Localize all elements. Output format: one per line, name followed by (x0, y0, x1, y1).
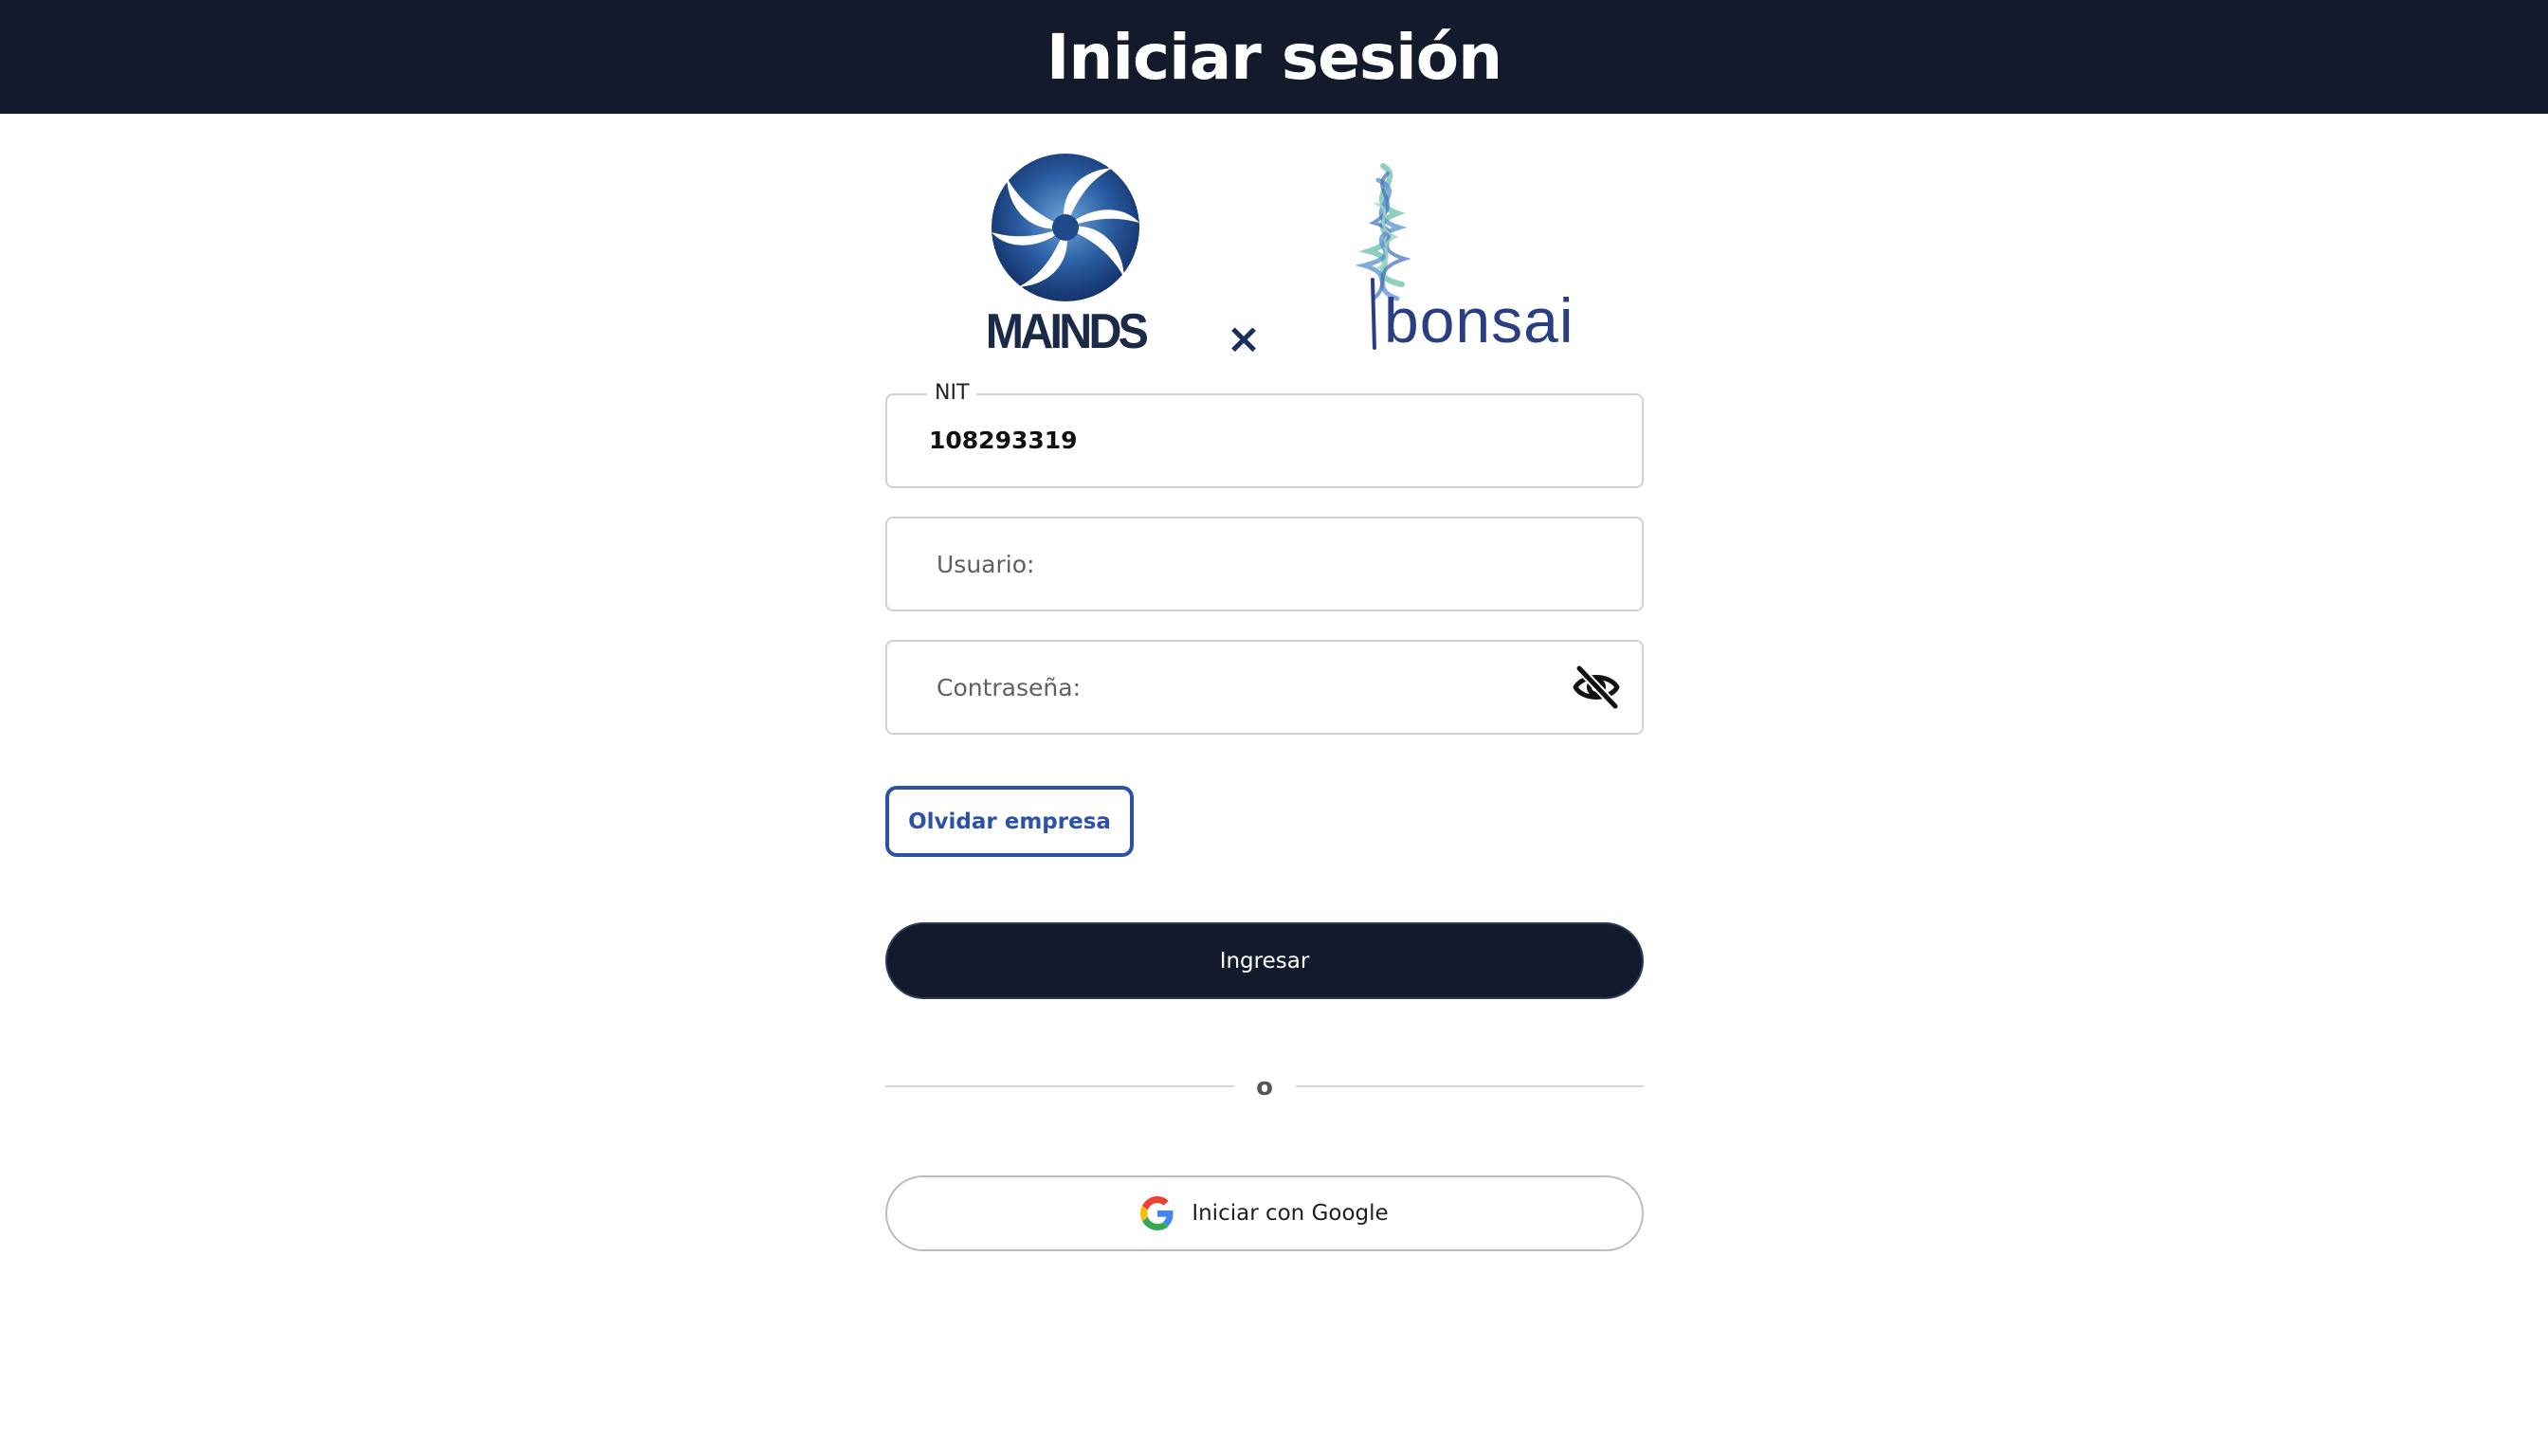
divider-text: o (1256, 1073, 1273, 1101)
contrasena-field[interactable] (885, 640, 1644, 735)
google-login-button[interactable]: Iniciar con Google (885, 1175, 1644, 1251)
page-title: Iniciar sesión (1046, 20, 1502, 94)
mainds-wordmark: MAINDS (985, 304, 1149, 359)
eye-off-icon[interactable] (1572, 663, 1621, 712)
divider-line-left (885, 1085, 1234, 1087)
nit-value[interactable]: 108293319 (929, 395, 1078, 486)
page-header: Iniciar sesión (0, 0, 2548, 114)
usuario-field[interactable] (885, 517, 1644, 611)
ingresar-button[interactable]: Ingresar (885, 922, 1644, 999)
usuario-input[interactable] (937, 519, 1543, 610)
contrasena-input[interactable] (937, 642, 1543, 733)
collaboration-x-icon: × (1226, 315, 1262, 363)
nit-field[interactable]: NIT 108293319 (885, 380, 1644, 488)
mainds-swirl-icon (992, 154, 1139, 301)
google-login-label: Iniciar con Google (1192, 1201, 1389, 1226)
mainds-logo: MAINDS (971, 147, 1160, 365)
brand-logos: MAINDS × bonsai (885, 147, 1644, 365)
bonsai-logo: bonsai (1331, 147, 1615, 365)
google-icon (1140, 1196, 1174, 1230)
olvidar-empresa-button[interactable]: Olvidar empresa (885, 786, 1134, 857)
divider-line-right (1296, 1085, 1644, 1087)
bonsai-wordmark: bonsai (1384, 285, 1574, 355)
